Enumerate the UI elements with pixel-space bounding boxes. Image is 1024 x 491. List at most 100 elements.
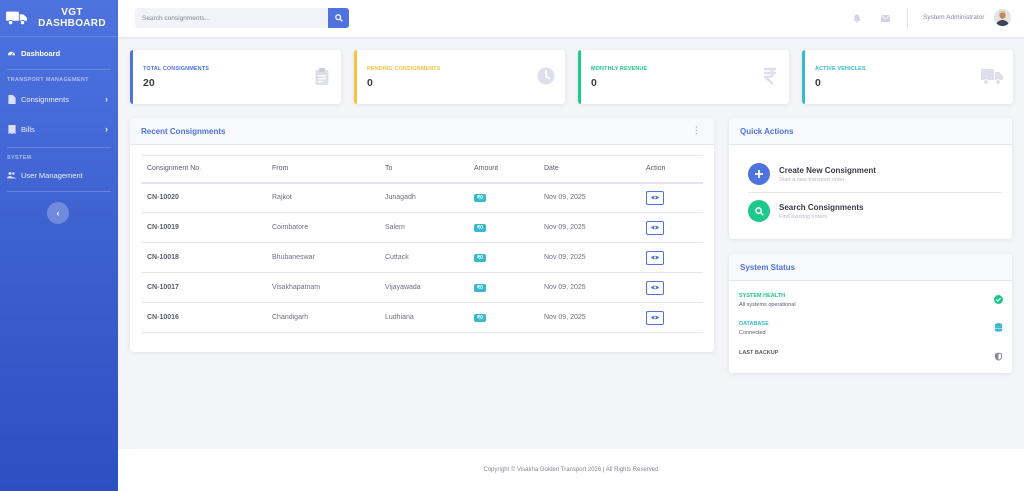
rupee-icon <box>763 67 776 85</box>
notifications-button[interactable] <box>852 13 862 23</box>
amount-cell: ₹0 <box>468 272 538 303</box>
topbar: System Administrator <box>118 0 1024 37</box>
file-icon <box>7 94 16 104</box>
to-city: Cuttack <box>379 242 468 273</box>
search-input[interactable] <box>135 8 328 28</box>
action-cell <box>640 182 703 213</box>
amount-cell: ₹0 <box>468 182 538 213</box>
amount-badge: ₹0 <box>474 223 486 232</box>
amount-cell: ₹0 <box>468 242 538 273</box>
check-circle-icon <box>994 295 1003 304</box>
action-cell <box>640 302 703 333</box>
date-cell: Nov 09, 2025 <box>538 182 640 213</box>
from-city: Visakhapatnam <box>266 272 379 303</box>
table-row: CN-10020 Rajkot Junagadh ₹0 Nov 09, 2025 <box>141 182 703 213</box>
user-avatar-icon <box>994 9 1011 26</box>
avatar[interactable] <box>994 9 1011 26</box>
sidebar-item-consignments[interactable]: Consignments › <box>0 85 118 113</box>
sidebar-item-label: User Management <box>21 170 83 180</box>
messages-button[interactable] <box>880 13 890 23</box>
stat-label: ACTIVE VEHICLES <box>815 66 866 72</box>
brand-line1: VGT <box>61 7 83 18</box>
system-status-card: System Status SYSTEM HEALTH All systems … <box>729 254 1012 373</box>
stat-card-pending-consignments: PENDING CONSIGNMENTS 0 <box>354 50 565 104</box>
amount-cell: ₹0 <box>468 212 538 243</box>
sidebar-item-user-management[interactable]: User Management <box>0 161 118 189</box>
stat-value: 0 <box>591 77 597 89</box>
amount-cell: ₹0 <box>468 302 538 333</box>
brand[interactable]: VGT DASHBOARD <box>0 0 118 37</box>
sidebar-item-label: Consignments <box>21 94 69 104</box>
envelope-icon <box>880 14 890 22</box>
view-button[interactable] <box>646 190 664 205</box>
view-button[interactable] <box>646 250 664 265</box>
status-row-database: DATABASE Connected <box>739 321 1003 336</box>
action-cell <box>640 212 703 243</box>
status-value: All systems operational <box>739 302 796 308</box>
table-row: CN-10018 Bhubaneswar Cuttack ₹0 Nov 09, … <box>141 242 703 273</box>
quick-actions-card: Quick Actions Create New Consignment Sta… <box>729 118 1012 239</box>
card-title: Quick Actions <box>740 126 794 136</box>
eye-icon <box>651 315 659 320</box>
card-header: System Status <box>729 254 1012 281</box>
sidebar-toggle-button[interactable]: ‹ <box>47 202 69 224</box>
search-form <box>135 8 349 28</box>
date-cell: Nov 09, 2025 <box>538 212 640 243</box>
view-button[interactable] <box>646 310 664 325</box>
footer: Copyright © Visakha Golden Transport 202… <box>118 449 1024 491</box>
card-title: System Status <box>740 262 796 272</box>
to-city: Vijayawada <box>379 272 468 303</box>
sidebar-item-bills[interactable]: Bills › <box>0 115 118 143</box>
brand-line2: DASHBOARD <box>38 18 106 29</box>
date-cell: Nov 09, 2025 <box>538 242 640 273</box>
database-icon <box>994 323 1003 332</box>
search-button[interactable] <box>328 8 349 28</box>
from-city: Chandigarh <box>266 302 379 333</box>
card-header: Quick Actions <box>729 118 1012 145</box>
view-button[interactable] <box>646 220 664 235</box>
status-label: LAST BACKUP <box>739 350 779 356</box>
action-title: Search Consignments <box>779 202 864 212</box>
status-row-system-health: SYSTEM HEALTH All systems operational <box>739 293 1003 308</box>
search-consignments-action[interactable]: Search Consignments Find existing orders <box>748 200 863 222</box>
column-header: Consignment No. <box>141 155 266 184</box>
stat-label: PENDING CONSIGNMENTS <box>367 66 441 72</box>
amount-badge: ₹0 <box>474 193 486 202</box>
chevron-right-icon: › <box>105 94 108 104</box>
sidebar-divider <box>7 191 111 192</box>
view-button[interactable] <box>646 280 664 295</box>
truck-icon <box>6 11 28 26</box>
user-name[interactable]: System Administrator <box>923 14 984 21</box>
action-subtitle: Start a new transport order <box>779 176 845 183</box>
stat-accent-bar <box>130 50 133 104</box>
create-consignment-action[interactable]: Create New Consignment Start a new trans… <box>748 163 876 185</box>
to-city: Junagadh <box>379 182 468 213</box>
sidebar-item-label: Bills <box>21 124 35 134</box>
column-header: Date <box>538 155 640 184</box>
clipboard-icon <box>315 68 329 85</box>
status-label: DATABASE <box>739 321 769 327</box>
copyright-text: Copyright © Visakha Golden Transport 202… <box>483 467 659 473</box>
truck-icon <box>981 69 1003 85</box>
column-header: Action <box>640 155 703 184</box>
eye-icon <box>651 225 659 230</box>
stat-value: 0 <box>815 77 821 89</box>
consignment-number: CN-10017 <box>141 272 266 303</box>
eye-icon <box>651 195 659 200</box>
stat-card-total-consignments: TOTAL CONSIGNMENTS 20 <box>130 50 341 104</box>
status-row-last-backup: LAST BACKUP <box>739 350 1003 361</box>
sidebar-item-dashboard[interactable]: Dashboard <box>0 39 118 67</box>
column-header: From <box>266 155 379 184</box>
stat-accent-bar <box>354 50 357 104</box>
status-label: SYSTEM HEALTH <box>739 293 786 299</box>
more-options-icon[interactable]: ⋮ <box>692 126 701 135</box>
from-city: Bhubaneswar <box>266 242 379 273</box>
table-row: CN-10019 Coimbatore Salem ₹0 Nov 09, 202… <box>141 212 703 243</box>
consignments-table: Consignment No. From To Amount Date Acti… <box>141 155 703 333</box>
table-header-row: Consignment No. From To Amount Date Acti… <box>141 155 703 184</box>
users-icon <box>7 171 16 180</box>
card-header: Recent Consignments ⋮ <box>130 118 714 145</box>
consignment-number: CN-10018 <box>141 242 266 273</box>
table-row: CN-10017 Visakhapatnam Vijayawada ₹0 Nov… <box>141 272 703 303</box>
receipt-icon <box>7 124 16 134</box>
